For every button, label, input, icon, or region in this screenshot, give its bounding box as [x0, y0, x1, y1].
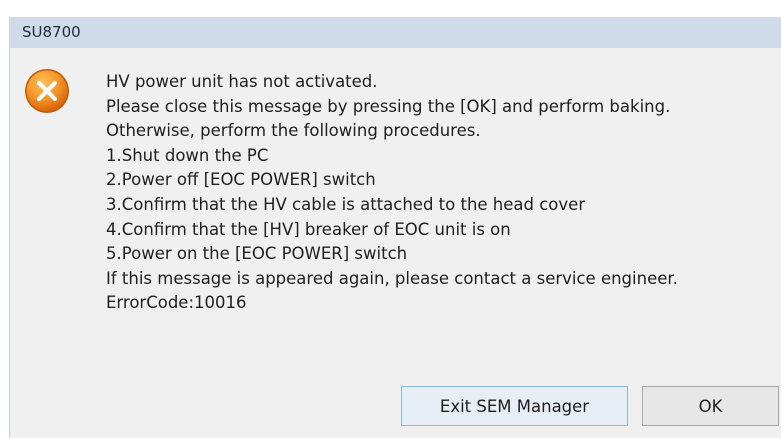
title-bar[interactable]: SU8700 — [10, 17, 781, 48]
message-line: 2.Power off [EOC POWER] switch — [106, 170, 376, 190]
message-line: HV power unit has not activated. — [106, 72, 378, 91]
error-x-icon — [24, 68, 70, 114]
exit-sem-manager-button[interactable]: Exit SEM Manager — [401, 386, 628, 426]
message-line: 5.Power on the [EOC POWER] switch — [106, 244, 408, 264]
error-message: HV power unit has not activated. Please … — [106, 70, 776, 316]
ok-button[interactable]: OK — [642, 386, 779, 426]
message-line: 4.Confirm that the [HV] breaker of EOC u… — [106, 219, 511, 239]
message-line: Otherwise, perform the following procedu… — [106, 121, 481, 141]
error-code: ErrorCode:10016 — [106, 293, 247, 313]
message-line: 1.Shut down the PC — [106, 145, 269, 165]
message-line: 3.Confirm that the HV cable is attached … — [106, 194, 586, 214]
error-dialog: SU8700 HV power unit has not activated. … — [9, 17, 781, 438]
message-line: Please close this message by pressing th… — [106, 96, 671, 116]
message-line: If this message is appeared again, pleas… — [106, 268, 678, 288]
window-title: SU8700 — [22, 23, 81, 41]
